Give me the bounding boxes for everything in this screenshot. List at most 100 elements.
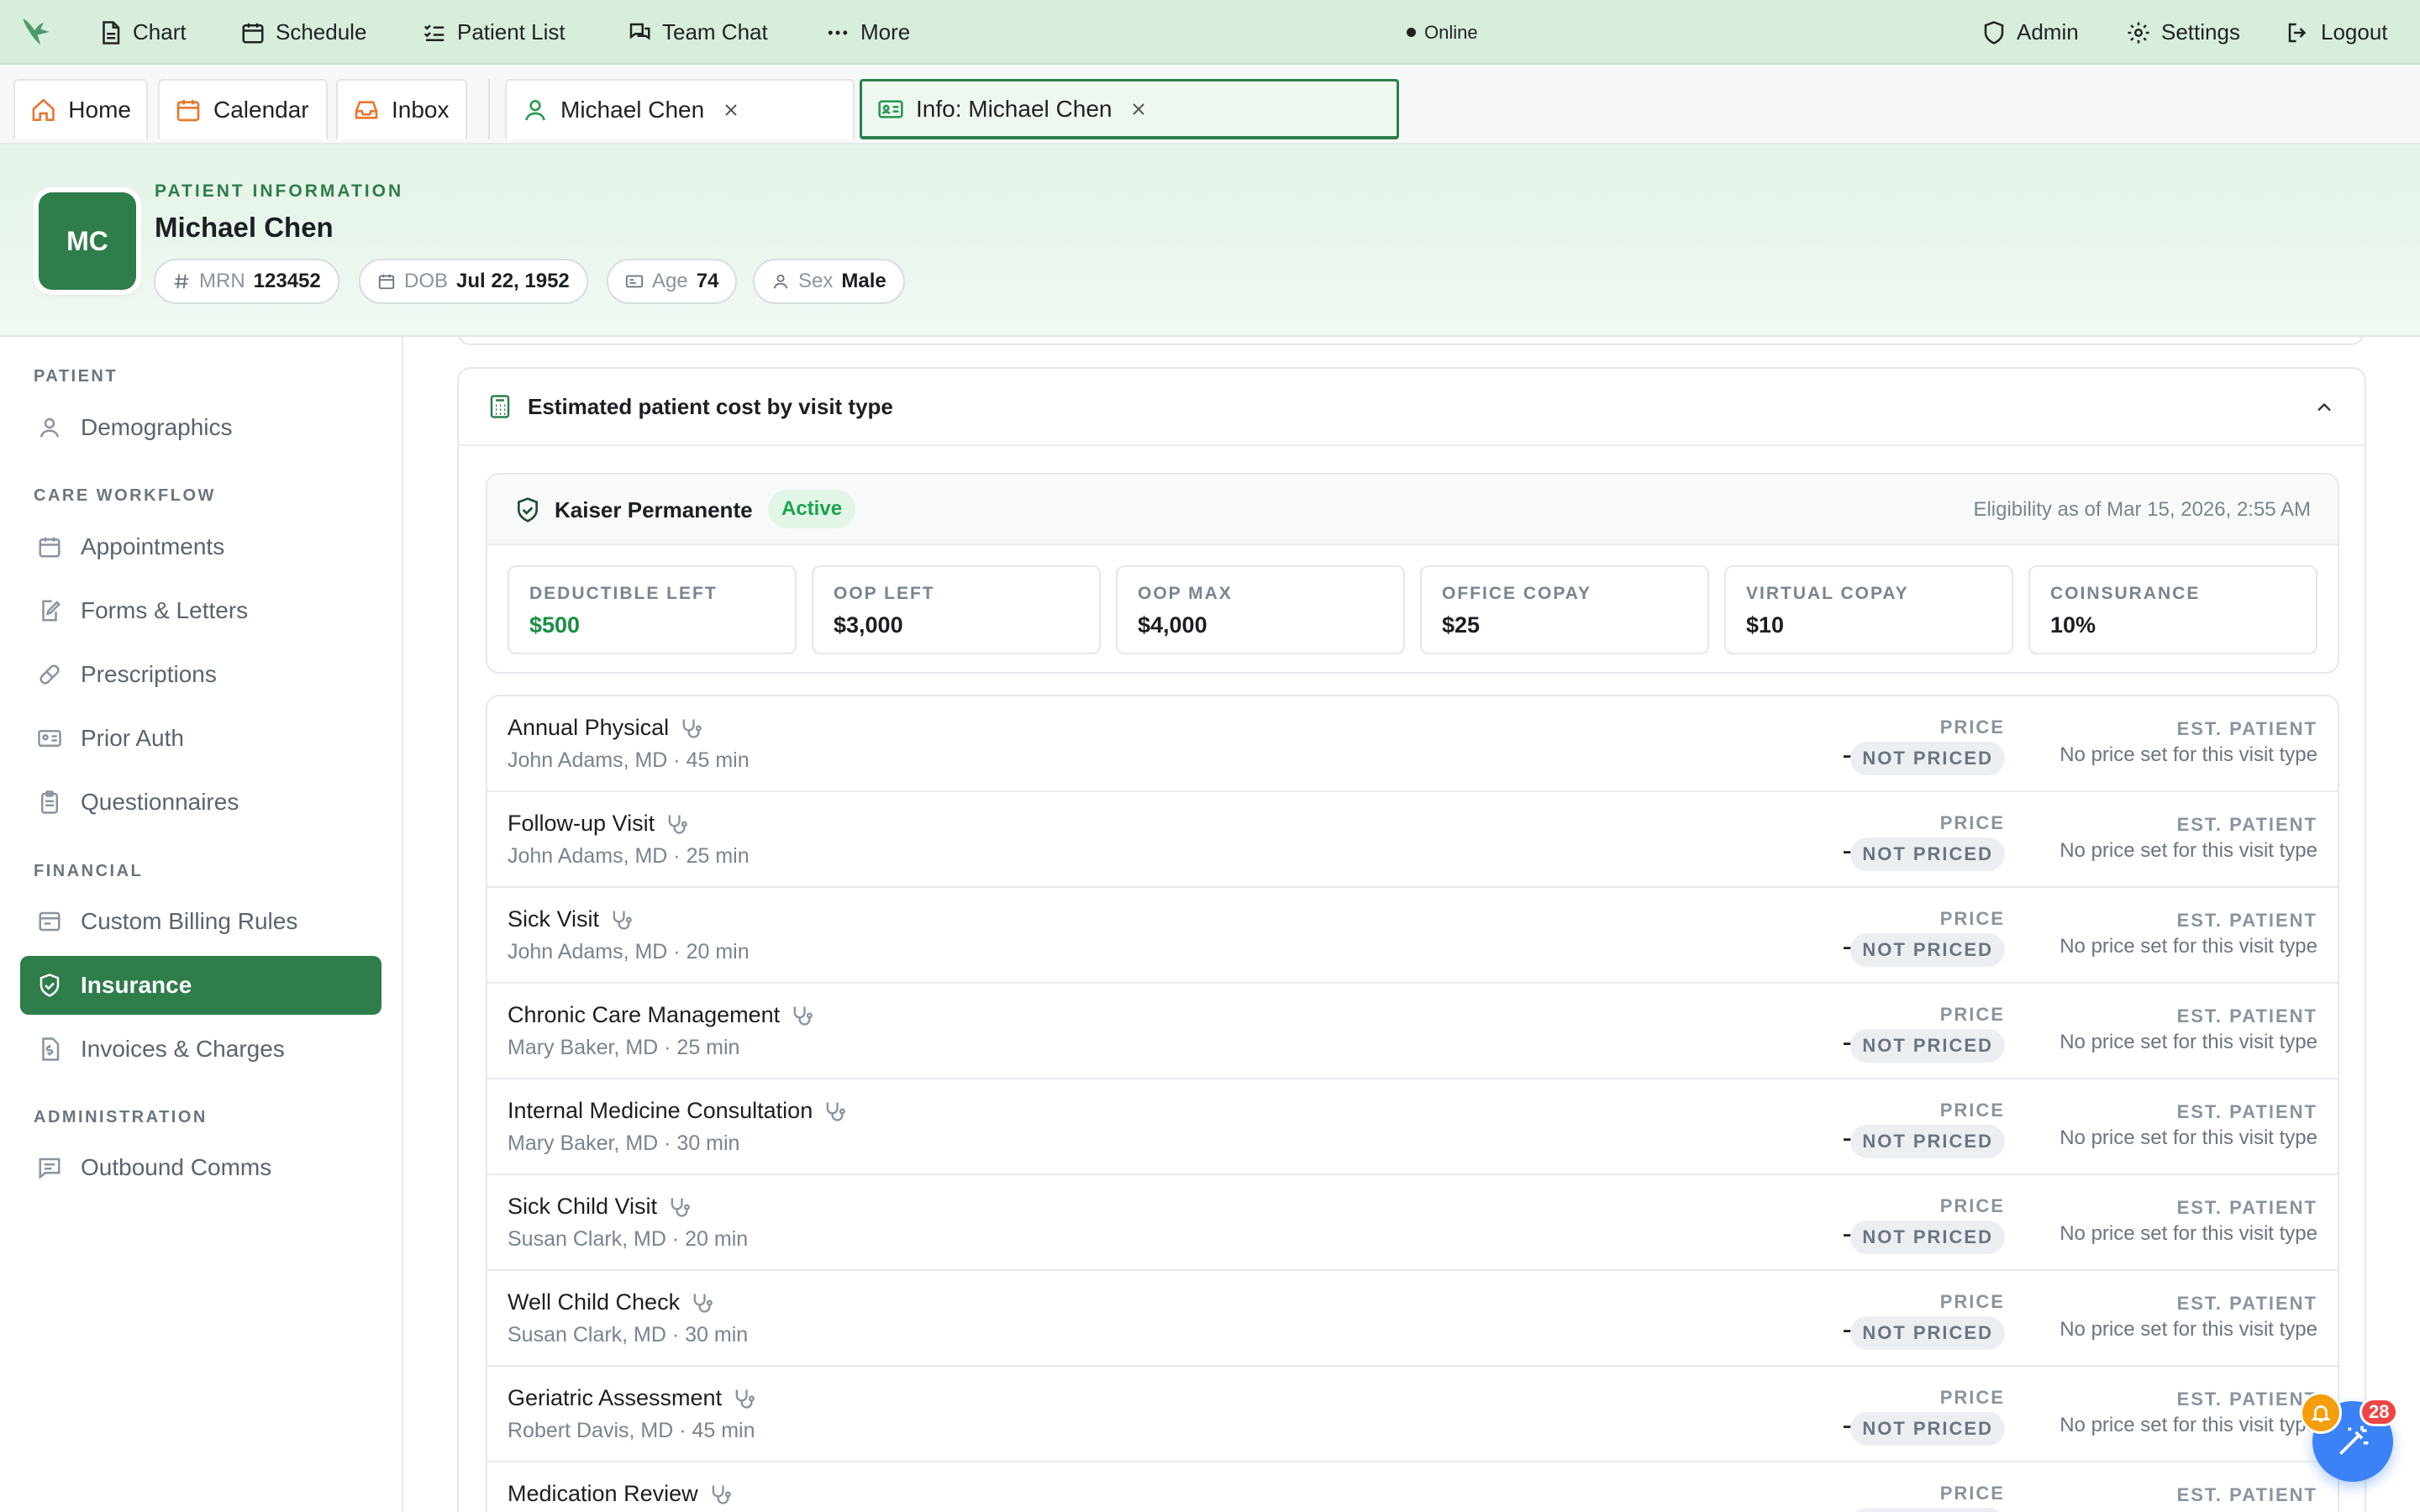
cost-card-header[interactable]: Estimated patient cost by visit type <box>459 369 2365 446</box>
sidebar-item-appointments[interactable]: Appointments <box>20 517 381 576</box>
sidebar-section-patient: PATIENT <box>34 367 118 386</box>
nav-more[interactable]: More <box>825 0 910 65</box>
nav-schedule[interactable]: Schedule <box>240 0 366 65</box>
not-priced-badge: NOT PRICED <box>1850 1316 2005 1350</box>
home-icon <box>32 98 55 122</box>
price-label: PRICE <box>1939 1100 2005 1121</box>
tab-bar: Home Calendar Inbox Michael Chen Info: M… <box>0 65 2420 144</box>
visit-row[interactable]: Geriatric Assessment Robert Davis, MD · 4… <box>487 1367 2338 1462</box>
cost-card-title: Estimated patient cost by visit type <box>528 393 893 419</box>
est-patient-note: No price set for this visit type <box>2060 743 2317 766</box>
nav-admin-label: Admin <box>2017 19 2079 45</box>
stat-value: $25 <box>1442 612 1481 638</box>
mrn-key: MRN <box>199 270 245 292</box>
sidebar-item-prescriptions[interactable]: Prescriptions <box>20 645 381 704</box>
cost-by-visit-type-card: Estimated patient cost by visit type Kai… <box>457 367 2366 1512</box>
visit-provider: Susan Clark, MD · 20 min <box>508 1227 749 1251</box>
stethoscope-icon <box>682 719 702 738</box>
nav-chart[interactable]: Chart <box>97 0 187 65</box>
billing-icon <box>39 911 60 932</box>
visit-row[interactable]: Sick Child Visit Susan Clark, MD · 20 min… <box>487 1175 2338 1271</box>
age-key: Age <box>652 270 688 292</box>
nav-settings-label: Settings <box>2161 19 2240 45</box>
sidebar-item-demographics[interactable]: Demographics <box>20 398 381 457</box>
not-priced-badge: NOT PRICED <box>1850 933 2005 967</box>
previous-card-edge <box>457 337 2365 345</box>
nav-team-chat-label: Team Chat <box>662 19 768 45</box>
sidebar-item-invoices-charges[interactable]: Invoices & Charges <box>20 1020 381 1079</box>
visit-row[interactable]: Well Child Check Susan Clark, MD · 30 min… <box>487 1271 2338 1367</box>
price-label: PRICE <box>1939 717 2005 738</box>
app-logo-icon[interactable] <box>18 14 54 50</box>
tab-patient-michael-chen[interactable]: Michael Chen <box>505 79 855 139</box>
est-patient-label: EST. PATIENT <box>2176 814 2317 835</box>
visit-provider: Mary Baker, MD · 25 min <box>508 1036 740 1059</box>
patient-name: Michael Chen <box>155 212 334 243</box>
top-nav: Chart Schedule Patient List Team Chat Mo… <box>0 0 2420 65</box>
visit-name: Sick Visit <box>508 906 600 932</box>
visit-row[interactable]: Annual Physical John Adams, MD · 45 min PR… <box>487 696 2338 792</box>
sidebar-item-prior-auth[interactable]: Prior Auth <box>20 709 381 768</box>
tab-info-michael-chen[interactable]: Info: Michael Chen <box>860 79 1399 139</box>
hash-icon <box>174 274 189 289</box>
main-content[interactable]: Estimated patient cost by visit type Kai… <box>405 337 2420 1512</box>
sidebar-item-label: Insurance <box>81 972 192 998</box>
stat-card: COINSURANCE 10% <box>2028 565 2317 654</box>
tab-calendar-label: Calendar <box>213 97 309 123</box>
visit-row[interactable]: Medication ReviewPRICE—NOT PRICEDEST. PA… <box>487 1462 2338 1512</box>
user-icon <box>39 417 60 438</box>
tab-divider <box>488 79 490 139</box>
chevron-up-icon[interactable] <box>2312 396 2336 419</box>
visit-name-wrap: Annual Physical <box>508 715 702 741</box>
sidebar-item-forms-letters[interactable]: Forms & Letters <box>20 581 381 640</box>
sidebar-item-questionnaires[interactable]: Questionnaires <box>20 773 381 832</box>
gear-icon <box>2128 22 2149 43</box>
visit-row[interactable]: Internal Medicine Consultation Mary Baker… <box>487 1079 2338 1175</box>
close-icon[interactable] <box>721 100 741 120</box>
connection-status-label: Online <box>1424 21 1478 43</box>
document-icon <box>103 20 120 45</box>
sidebar-item-custom-billing-rules[interactable]: Custom Billing Rules <box>20 892 381 951</box>
stat-value: $3,000 <box>834 612 903 638</box>
stethoscope-icon <box>735 1389 755 1409</box>
not-priced-badge: NOT PRICED <box>1850 1125 2005 1158</box>
sidebar-item-label: Appointments <box>81 533 225 559</box>
message-icon <box>39 1158 60 1179</box>
insurance-summary: Kaiser Permanente Active Eligibility as … <box>486 473 2339 674</box>
sidebar-item-insurance[interactable]: Insurance <box>20 956 381 1015</box>
visit-name: Medication Review <box>508 1481 698 1506</box>
tab-home[interactable]: Home <box>13 79 148 139</box>
stethoscope-icon <box>668 815 687 834</box>
visit-row[interactable]: Follow-up Visit John Adams, MD · 25 min PR… <box>487 792 2338 888</box>
nav-admin[interactable]: Admin <box>1981 0 2079 65</box>
patient-section-label: PATIENT INFORMATION <box>155 181 404 201</box>
visit-row[interactable]: Sick VisitJohn Adams, MD · 20 minPRICE—N… <box>487 888 2338 984</box>
stat-label: COINSURANCE <box>2050 584 2201 603</box>
sidebar: PATIENT Demographics CARE WORKFLOW Appoi… <box>0 337 403 1512</box>
calculator-icon <box>490 395 510 418</box>
nav-team-chat[interactable]: Team Chat <box>627 0 768 65</box>
shield-check-icon <box>518 497 538 522</box>
bell-icon[interactable] <box>2300 1392 2342 1434</box>
visit-provider: John Adams, MD · 20 min <box>508 940 750 963</box>
tab-inbox[interactable]: Inbox <box>336 79 467 139</box>
visit-row[interactable]: Chronic Care Management Mary Baker, MD · … <box>487 984 2338 1079</box>
shield-icon <box>1984 20 2004 45</box>
visit-provider: Mary Baker, MD · 30 min <box>508 1131 740 1155</box>
nav-chart-label: Chart <box>133 19 187 45</box>
tab-calendar[interactable]: Calendar <box>158 79 328 139</box>
clipboard-icon <box>41 790 58 814</box>
user-icon <box>525 100 545 121</box>
logout-icon <box>2288 23 2307 42</box>
chat-icon <box>629 23 650 40</box>
stat-value: $500 <box>529 612 581 638</box>
nav-logout[interactable]: Logout <box>2286 0 2388 65</box>
sidebar-item-outbound-comms[interactable]: Outbound Comms <box>20 1138 381 1197</box>
visit-name-wrap: Follow-up Visit <box>508 811 688 837</box>
close-icon[interactable] <box>1128 99 1149 119</box>
nav-patient-list[interactable]: Patient List <box>422 0 566 65</box>
sidebar-section-administration: ADMINISTRATION <box>34 1108 208 1126</box>
est-patient-note: No price set for this visit type <box>2060 1222 2317 1245</box>
nav-settings[interactable]: Settings <box>2126 0 2240 65</box>
stat-label: OOP MAX <box>1138 584 1233 603</box>
